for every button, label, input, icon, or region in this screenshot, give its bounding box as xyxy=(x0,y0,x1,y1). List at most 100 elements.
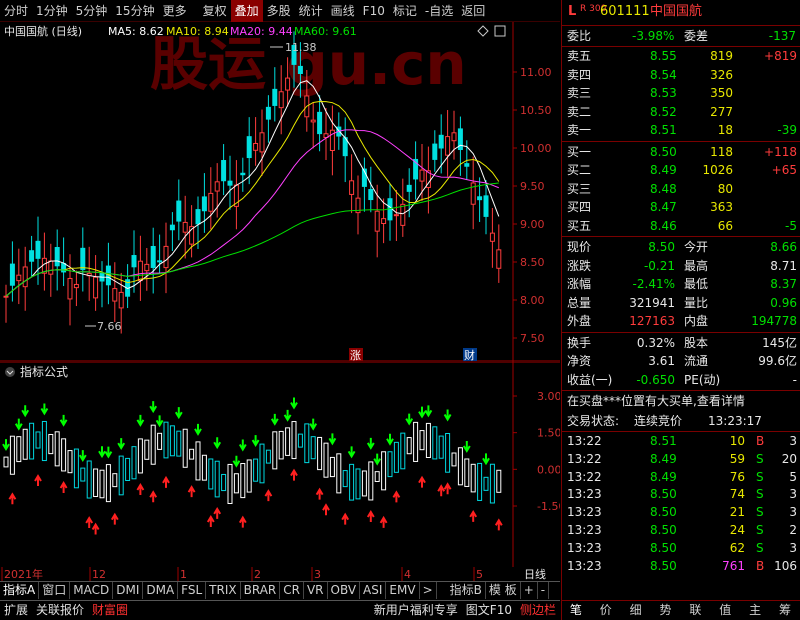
order-level-row[interactable]: 卖一 8.51 18 -39 xyxy=(562,121,800,139)
status-right-0[interactable]: 新用户福利专享 xyxy=(370,601,462,620)
status-right-2[interactable]: 侧边栏 xyxy=(516,601,560,620)
tick-direction: B xyxy=(756,434,765,448)
quote-tab-1[interactable]: 价 xyxy=(591,601,621,620)
candle-body xyxy=(227,180,233,186)
toolbar-item-1[interactable]: 1分钟 xyxy=(32,0,72,22)
stat-value: 8.37 xyxy=(770,277,797,291)
date-label: 2 xyxy=(254,568,261,581)
order-level-row[interactable]: 买五 8.46 66 -5 xyxy=(562,217,800,235)
level-label: 买五 xyxy=(567,218,592,233)
indicator-tab-7[interactable]: BRAR xyxy=(241,582,281,599)
stat-value: 321941 xyxy=(629,295,675,310)
tick-price: 8.50 xyxy=(650,487,677,502)
toolbar-item-2[interactable]: 5分钟 xyxy=(72,0,112,22)
toolbar-item-3[interactable]: 15分钟 xyxy=(111,0,158,22)
indicator-chart[interactable]: 指标公式 3.00 1.50 0.00 -1.50 xyxy=(0,362,560,567)
level-price: 8.49 xyxy=(650,163,677,177)
stat-row: 净资 3.61 流通 99.6亿 xyxy=(562,352,800,370)
level-change: +65 xyxy=(771,163,797,177)
quote-tab-5[interactable]: 值 xyxy=(710,601,740,620)
indicator-tab-6[interactable]: TRIX xyxy=(206,582,241,599)
ma10-label: MA10: 8.94 xyxy=(166,25,229,38)
quote-tab-3[interactable]: 势 xyxy=(651,601,681,620)
indicator-tab-16[interactable]: + xyxy=(521,582,538,599)
notice-row[interactable]: 在买盘***位置有大买单,查看详情 xyxy=(562,392,800,410)
indicator-tab-13[interactable]: > xyxy=(420,582,437,599)
tick-direction: S xyxy=(756,505,764,520)
indicator-tab-0[interactable]: 指标A xyxy=(0,582,40,599)
toolbar-item-11[interactable]: 标记 xyxy=(389,0,421,22)
toolbar-item-13[interactable]: 返回 xyxy=(457,0,489,22)
indicator-tab-11[interactable]: ASI xyxy=(360,582,387,599)
toolbar-item-0[interactable]: 分时 xyxy=(0,0,32,22)
indicator-tab-4[interactable]: DMA xyxy=(143,582,179,599)
toolbar-item-12[interactable]: -自选 xyxy=(421,0,457,22)
indicator-tab-3[interactable]: DMI xyxy=(113,582,144,599)
status-left-2[interactable]: 财富圈 xyxy=(88,601,132,620)
indicator-tab-1[interactable]: 窗口 xyxy=(39,582,71,599)
kline-chart[interactable]: 股运 gu.cn 11.0010.5010.009.509.008.508.007… xyxy=(0,22,560,362)
tick-price: 8.49 xyxy=(650,451,677,466)
indicator-tab-9[interactable]: VR xyxy=(304,582,328,599)
toolbar-item-9[interactable]: 画线 xyxy=(327,0,359,22)
badge-cai[interactable]: 财 xyxy=(464,348,475,362)
quote-tab-6[interactable]: 主 xyxy=(740,601,770,620)
price-tick: 11.00 xyxy=(520,66,552,79)
tick-direction: B xyxy=(756,558,765,573)
toolbar-item-8[interactable]: 统计 xyxy=(295,0,327,22)
level-price: 8.46 xyxy=(650,218,677,233)
status-right-1[interactable]: 图文F10 xyxy=(462,601,516,620)
ma60-label: MA60: 9.61 xyxy=(294,25,357,38)
low-marker: 7.66 xyxy=(97,320,122,333)
collapse-icon[interactable] xyxy=(5,367,15,377)
weibi-value: -3.98% xyxy=(632,29,675,43)
badge-zhang[interactable]: 涨 xyxy=(350,349,361,362)
status-left-0[interactable]: 扩展 xyxy=(0,601,32,620)
candle-body xyxy=(451,132,457,142)
stock-code: 601111 xyxy=(600,4,650,19)
stat-label: 今开 xyxy=(684,240,709,254)
quote-tab-2[interactable]: 细 xyxy=(621,601,651,620)
tick-row: 13:23 8.50 21 S 3 xyxy=(562,503,800,521)
period-label[interactable]: 日线 xyxy=(524,567,546,581)
indicator-tab-5[interactable]: FSL xyxy=(178,582,207,599)
tick-direction: S xyxy=(756,469,764,484)
level-price: 8.53 xyxy=(650,86,677,100)
toolbar-item-4[interactable]: 更多 xyxy=(159,0,191,22)
candle-body xyxy=(272,88,278,106)
order-level-row[interactable]: 买一 8.50 118 +118 xyxy=(562,143,800,161)
price-tick: 10.50 xyxy=(520,104,552,117)
indicator-tab-17[interactable]: - xyxy=(538,582,550,599)
order-level-row[interactable]: 卖五 8.55 819 +819 xyxy=(562,47,800,65)
quote-tab-0[interactable]: 笔 xyxy=(561,601,591,620)
candle-body xyxy=(381,218,387,225)
toolbar-item-10[interactable]: F10 xyxy=(359,0,389,22)
order-level-row[interactable]: 买三 8.48 80 xyxy=(562,180,800,198)
toolbar-item-5[interactable]: 复权 xyxy=(199,0,231,22)
quote-tab-4[interactable]: 联 xyxy=(681,601,711,620)
quote-tab-7[interactable]: 筹 xyxy=(770,601,800,620)
stat-value: 99.6亿 xyxy=(758,354,797,368)
order-level-row[interactable]: 卖三 8.53 350 xyxy=(562,84,800,102)
order-level-row[interactable]: 卖四 8.54 326 xyxy=(562,66,800,84)
stat-label: 外盘 xyxy=(567,314,592,328)
toolbar-item-6[interactable]: 叠加 xyxy=(230,0,263,22)
order-level-row[interactable]: 买四 8.47 363 xyxy=(562,198,800,216)
order-level-row[interactable]: 卖二 8.52 277 xyxy=(562,103,800,121)
indicator-tick: 3.00 xyxy=(537,390,560,403)
stat-label: 涨跌 xyxy=(567,258,592,273)
indicator-tab-10[interactable]: OBV xyxy=(328,582,361,599)
date-label: 2021年 xyxy=(4,567,43,581)
tick-time: 13:23 xyxy=(567,558,602,573)
indicator-tab-12[interactable]: EMV xyxy=(386,582,420,599)
indicator-tab-15[interactable]: 模 板 xyxy=(486,582,521,599)
order-level-row[interactable]: 买二 8.49 1026 +65 xyxy=(562,161,800,179)
tick-time: 13:23 xyxy=(567,540,602,555)
indicator-tab-2[interactable]: MACD xyxy=(70,582,114,599)
status-left-1[interactable]: 关联报价 xyxy=(32,601,88,620)
status-bar: 扩展 关联报价 财富圈 新用户福利专享 图文F10 侧边栏 xyxy=(0,600,560,620)
indicator-tab-8[interactable]: CR xyxy=(280,582,304,599)
toolbar-item-7[interactable]: 多股 xyxy=(263,0,295,22)
indicator-tab-14[interactable]: 指标B xyxy=(447,582,486,599)
tick-row: 13:23 8.50 74 S 3 xyxy=(562,485,800,503)
